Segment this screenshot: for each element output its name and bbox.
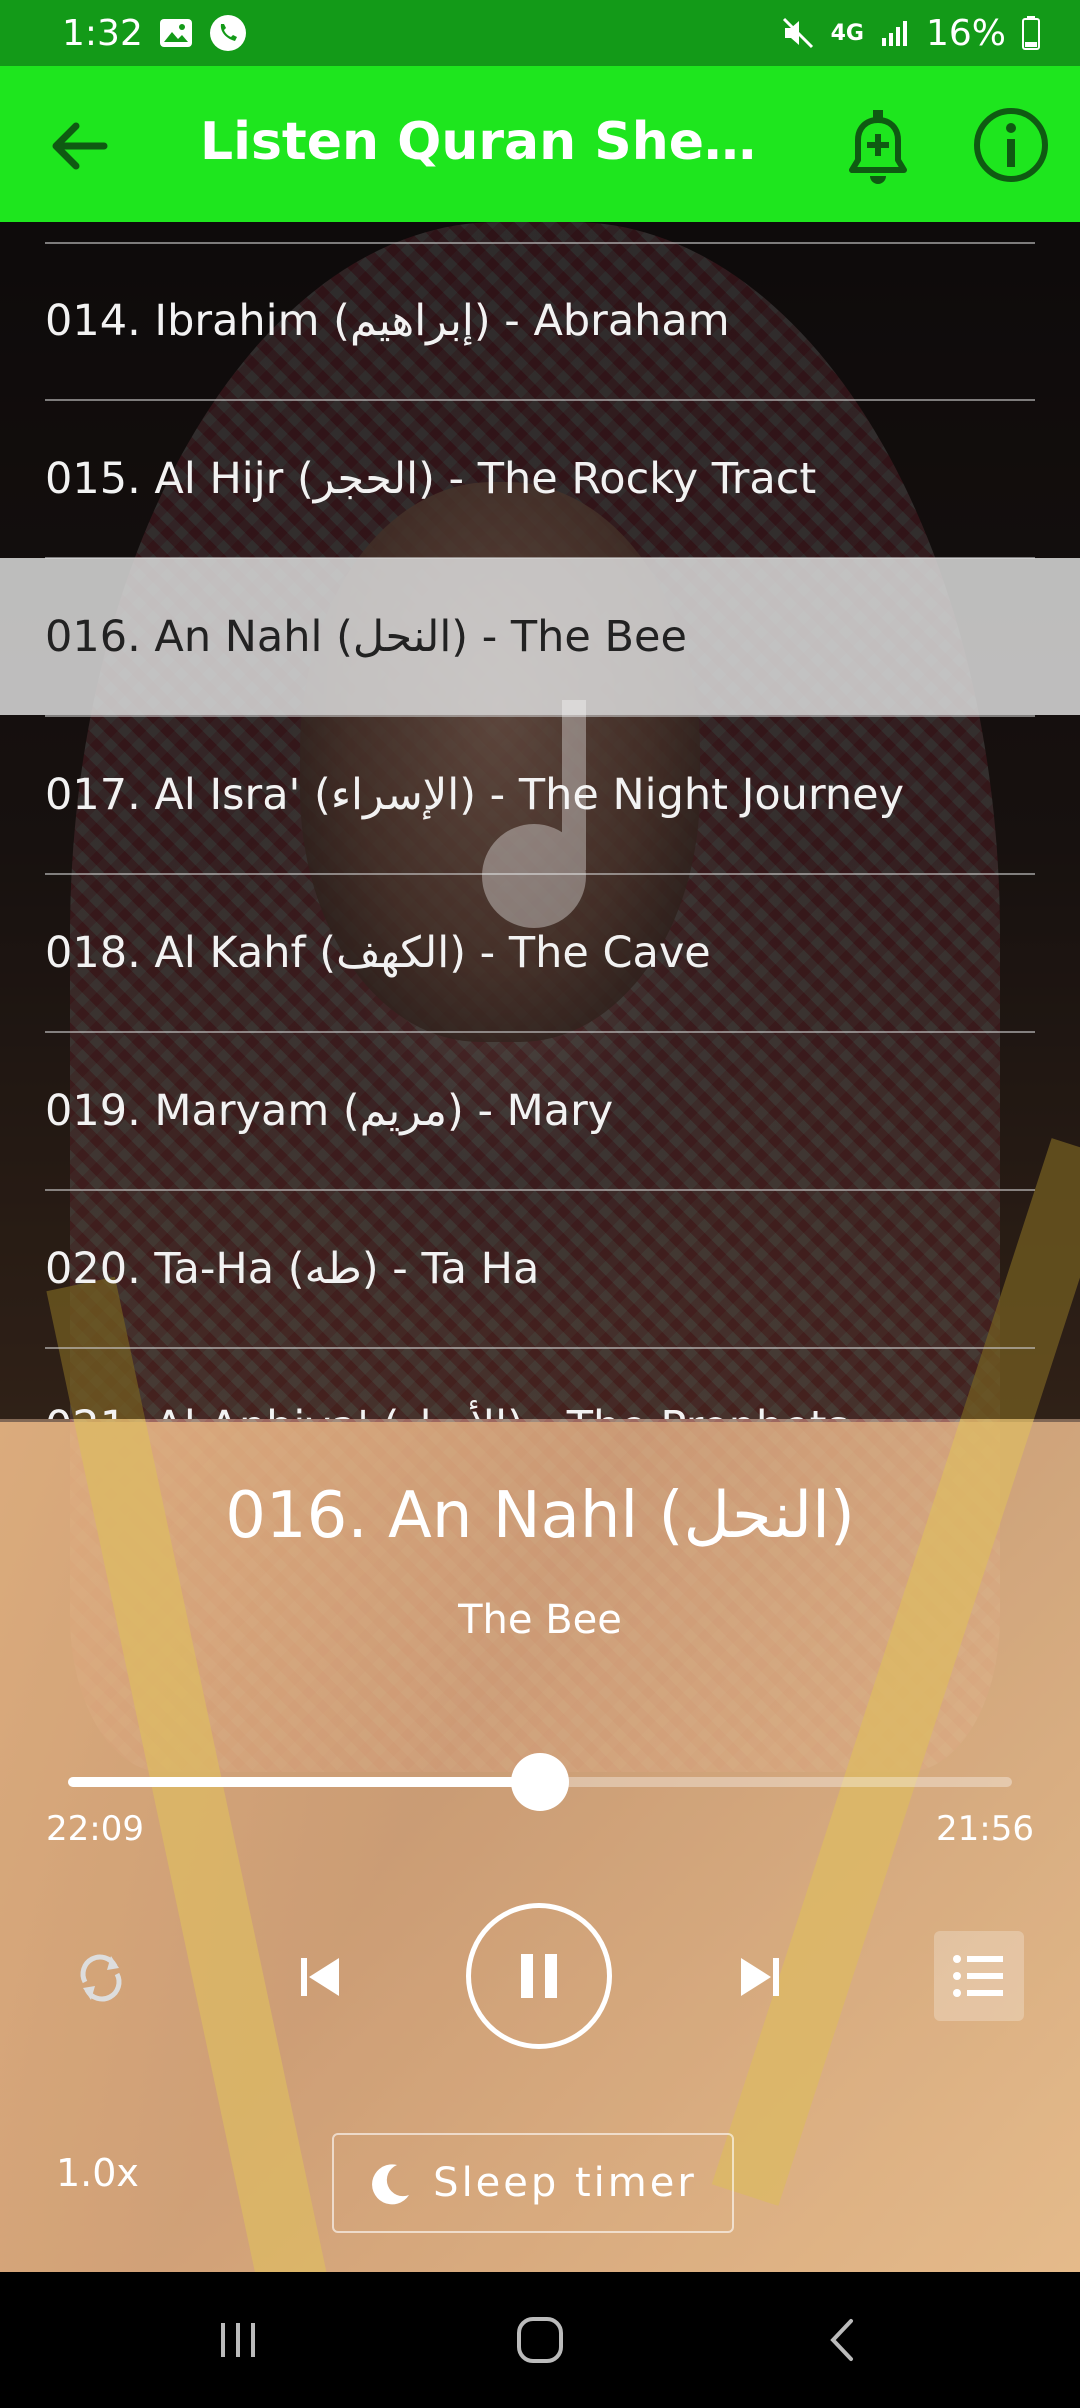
list-item[interactable]: 020. Ta-Ha (طه) - Ta Ha: [0, 1190, 1080, 1347]
list-item[interactable]: 021. Al Anbiya' (الأنبياء) - The Prophet…: [0, 1348, 1080, 1420]
app-bar: Listen Quran Sheikh...: [0, 66, 1080, 222]
list-item[interactable]: 014. Ibrahim (إبراهيم) - Abraham: [0, 242, 1080, 399]
back-button[interactable]: [40, 106, 120, 186]
total-duration: 21:56: [936, 1809, 1034, 1849]
playlist-button[interactable]: [934, 1931, 1024, 2021]
app-title: Listen Quran Sheikh...: [200, 112, 760, 172]
moon-icon: [372, 2164, 410, 2205]
status-bar: 1:32 4G 16%: [0, 0, 1080, 66]
phone-call-icon: [209, 14, 247, 52]
recent-apps-button[interactable]: [208, 2310, 268, 2370]
home-button[interactable]: [510, 2310, 570, 2370]
now-playing-subtitle: The Bee: [458, 1597, 622, 1643]
seek-bar[interactable]: [68, 1753, 1012, 1811]
pause-icon: [521, 1954, 557, 1998]
battery-percent: 16%: [925, 12, 1006, 54]
signal-icon: [880, 18, 910, 48]
info-button[interactable]: [970, 104, 1052, 186]
elapsed-time: 22:09: [46, 1809, 144, 1849]
back-nav-button[interactable]: [814, 2310, 874, 2370]
repeat-icon: [80, 1954, 122, 2002]
list-item[interactable]: 015. Al Hijr (الحجر) - The Rocky Tract: [0, 400, 1080, 557]
gallery-icon: [159, 18, 193, 48]
list-item-active[interactable]: 016. An Nahl (النحل) - The Bee: [0, 558, 1080, 715]
previous-button[interactable]: [290, 1947, 350, 2007]
info-icon: [974, 108, 1048, 182]
battery-icon: [1022, 16, 1040, 50]
bell-plus-icon: [849, 110, 907, 184]
network-type: 4G: [830, 20, 864, 46]
chevron-left-icon: [830, 2319, 853, 2361]
notification-button[interactable]: [838, 104, 918, 192]
now-playing-title: 016. An Nahl (النحل): [225, 1479, 855, 1553]
recents-icon: [221, 2323, 255, 2357]
home-icon: [517, 2317, 563, 2363]
mute-icon: [781, 16, 815, 50]
playback-speed[interactable]: 1.0x: [56, 2151, 139, 2195]
seek-progress: [68, 1777, 540, 1787]
seek-thumb[interactable]: [511, 1753, 569, 1811]
system-nav-bar: [0, 2272, 1080, 2408]
next-button[interactable]: [730, 1947, 790, 2007]
list-icon: [953, 1955, 1003, 1997]
sleep-timer-button[interactable]: Sleep timer: [332, 2133, 734, 2233]
skip-next-icon: [741, 1958, 779, 1996]
music-note-icon: [482, 700, 586, 928]
pause-button[interactable]: [466, 1903, 612, 2049]
skip-previous-icon: [301, 1958, 339, 1996]
player-panel: 016. An Nahl (النحل) The Bee 22:09 21:56: [0, 1419, 1080, 2272]
sleep-timer-label: Sleep timer: [433, 2160, 697, 2206]
list-item[interactable]: 019. Maryam (مريم) - Mary: [0, 1032, 1080, 1189]
status-time: 1:32: [62, 12, 143, 54]
arrow-left-icon: [52, 122, 108, 170]
repeat-button[interactable]: [66, 1943, 136, 2013]
